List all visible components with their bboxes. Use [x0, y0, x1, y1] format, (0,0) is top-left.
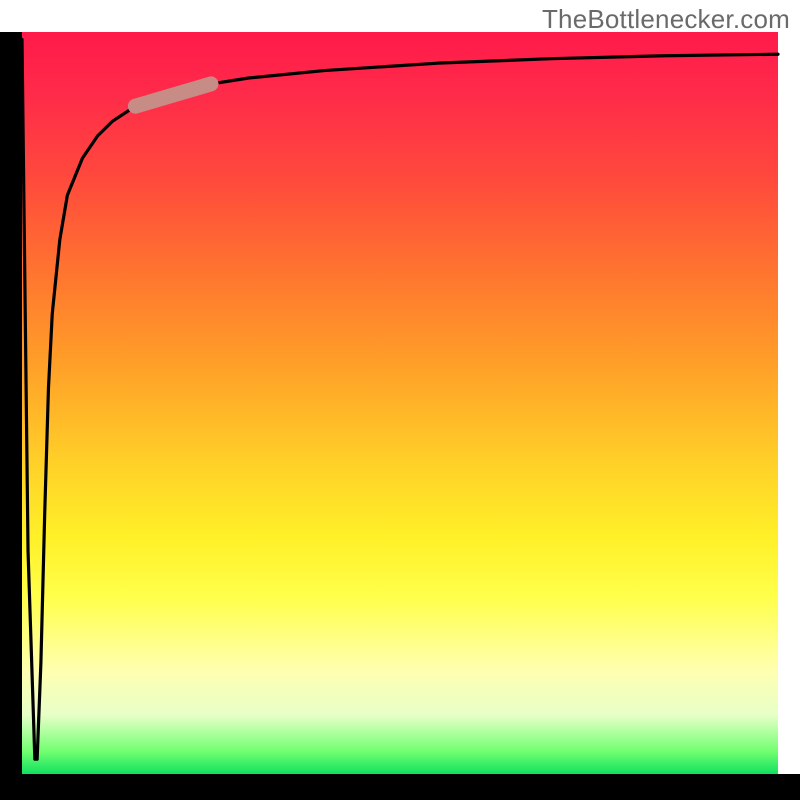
bottleneck-chart: TheBottlenecker.com: [0, 0, 800, 800]
y-axis: [0, 32, 22, 774]
curve-layer: [22, 32, 778, 774]
bottleneck-curve: [22, 39, 778, 759]
watermark-text: TheBottlenecker.com: [542, 4, 790, 35]
x-axis: [0, 774, 800, 800]
curve-highlight-segment: [135, 84, 211, 106]
